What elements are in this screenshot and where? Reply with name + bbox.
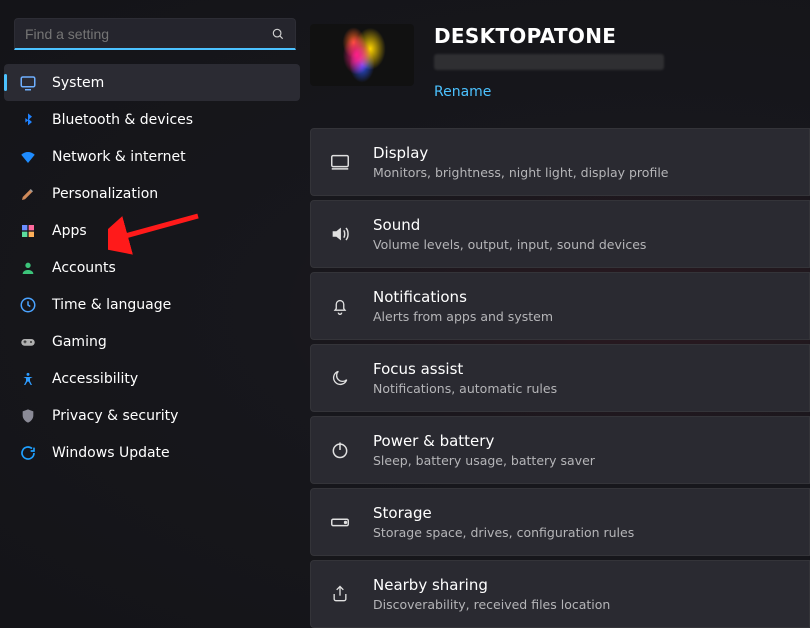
- card-sub: Alerts from apps and system: [373, 309, 795, 324]
- card-display[interactable]: Display Monitors, brightness, night ligh…: [310, 128, 810, 196]
- brush-icon: [18, 184, 38, 204]
- accessibility-icon: [18, 369, 38, 389]
- apps-icon: [18, 221, 38, 241]
- card-title: Focus assist: [373, 360, 795, 378]
- update-icon: [18, 443, 38, 463]
- card-nearby-sharing[interactable]: Nearby sharing Discoverability, received…: [310, 560, 810, 628]
- sidebar-item-label: Accessibility: [52, 371, 288, 387]
- sidebar-item-label: Windows Update: [52, 445, 288, 461]
- card-title: Notifications: [373, 288, 795, 306]
- sidebar-item-system[interactable]: System: [4, 64, 300, 101]
- sidebar-item-personalization[interactable]: Personalization: [4, 175, 300, 212]
- pc-name: DESKTOPATONE: [434, 24, 664, 48]
- display-icon: [329, 151, 351, 173]
- system-icon: [18, 73, 38, 93]
- shield-icon: [18, 406, 38, 426]
- sidebar-item-label: Personalization: [52, 186, 288, 202]
- moon-icon: [329, 367, 351, 389]
- card-sub: Monitors, brightness, night light, displ…: [373, 165, 795, 180]
- card-sub: Notifications, automatic rules: [373, 381, 795, 396]
- sidebar-item-gaming[interactable]: Gaming: [4, 323, 300, 360]
- card-sub: Discoverability, received files location: [373, 597, 795, 612]
- card-sound[interactable]: Sound Volume levels, output, input, soun…: [310, 200, 810, 268]
- sidebar-item-time-language[interactable]: Time & language: [4, 286, 300, 323]
- person-icon: [18, 258, 38, 278]
- card-sub: Sleep, battery usage, battery saver: [373, 453, 795, 468]
- rename-link[interactable]: Rename: [434, 84, 491, 100]
- card-title: Sound: [373, 216, 795, 234]
- clock-globe-icon: [18, 295, 38, 315]
- card-power[interactable]: Power & battery Sleep, battery usage, ba…: [310, 416, 810, 484]
- sound-icon: [329, 223, 351, 245]
- sidebar-nav: System Bluetooth & devices Network & int…: [0, 60, 310, 471]
- bell-icon: [329, 295, 351, 317]
- gamepad-icon: [18, 332, 38, 352]
- bluetooth-icon: [18, 110, 38, 130]
- sidebar-item-privacy[interactable]: Privacy & security: [4, 397, 300, 434]
- sidebar-item-label: Time & language: [52, 297, 288, 313]
- card-notifications[interactable]: Notifications Alerts from apps and syste…: [310, 272, 810, 340]
- settings-main: DESKTOPATONE Rename Display Monitors, br…: [310, 0, 810, 624]
- sidebar-item-label: Gaming: [52, 334, 288, 350]
- sidebar-item-label: Network & internet: [52, 149, 288, 165]
- sidebar-item-label: Apps: [52, 223, 288, 239]
- card-focus-assist[interactable]: Focus assist Notifications, automatic ru…: [310, 344, 810, 412]
- card-title: Storage: [373, 504, 795, 522]
- share-icon: [329, 583, 351, 605]
- sidebar-item-label: Privacy & security: [52, 408, 288, 424]
- card-title: Power & battery: [373, 432, 795, 450]
- card-sub: Storage space, drives, configuration rul…: [373, 525, 795, 540]
- desktop-wallpaper-thumb: [310, 24, 414, 86]
- sidebar-item-label: System: [52, 75, 288, 91]
- settings-sidebar: System Bluetooth & devices Network & int…: [0, 0, 310, 624]
- system-header: DESKTOPATONE Rename: [310, 24, 810, 100]
- card-title: Display: [373, 144, 795, 162]
- wifi-icon: [18, 147, 38, 167]
- sidebar-item-update[interactable]: Windows Update: [4, 434, 300, 471]
- sidebar-item-network[interactable]: Network & internet: [4, 138, 300, 175]
- search-icon: [271, 27, 285, 41]
- search-box[interactable]: [14, 18, 296, 50]
- sidebar-item-accounts[interactable]: Accounts: [4, 249, 300, 286]
- power-icon: [329, 439, 351, 461]
- sidebar-item-accessibility[interactable]: Accessibility: [4, 360, 300, 397]
- sidebar-item-bluetooth[interactable]: Bluetooth & devices: [4, 101, 300, 138]
- search-input[interactable]: [25, 26, 271, 42]
- sidebar-item-label: Bluetooth & devices: [52, 112, 288, 128]
- pc-model-redacted: [434, 54, 664, 70]
- sidebar-item-label: Accounts: [52, 260, 288, 276]
- storage-icon: [329, 511, 351, 533]
- card-sub: Volume levels, output, input, sound devi…: [373, 237, 795, 252]
- card-title: Nearby sharing: [373, 576, 795, 594]
- sidebar-item-apps[interactable]: Apps: [4, 212, 300, 249]
- card-storage[interactable]: Storage Storage space, drives, configura…: [310, 488, 810, 556]
- settings-cards: Display Monitors, brightness, night ligh…: [310, 128, 810, 628]
